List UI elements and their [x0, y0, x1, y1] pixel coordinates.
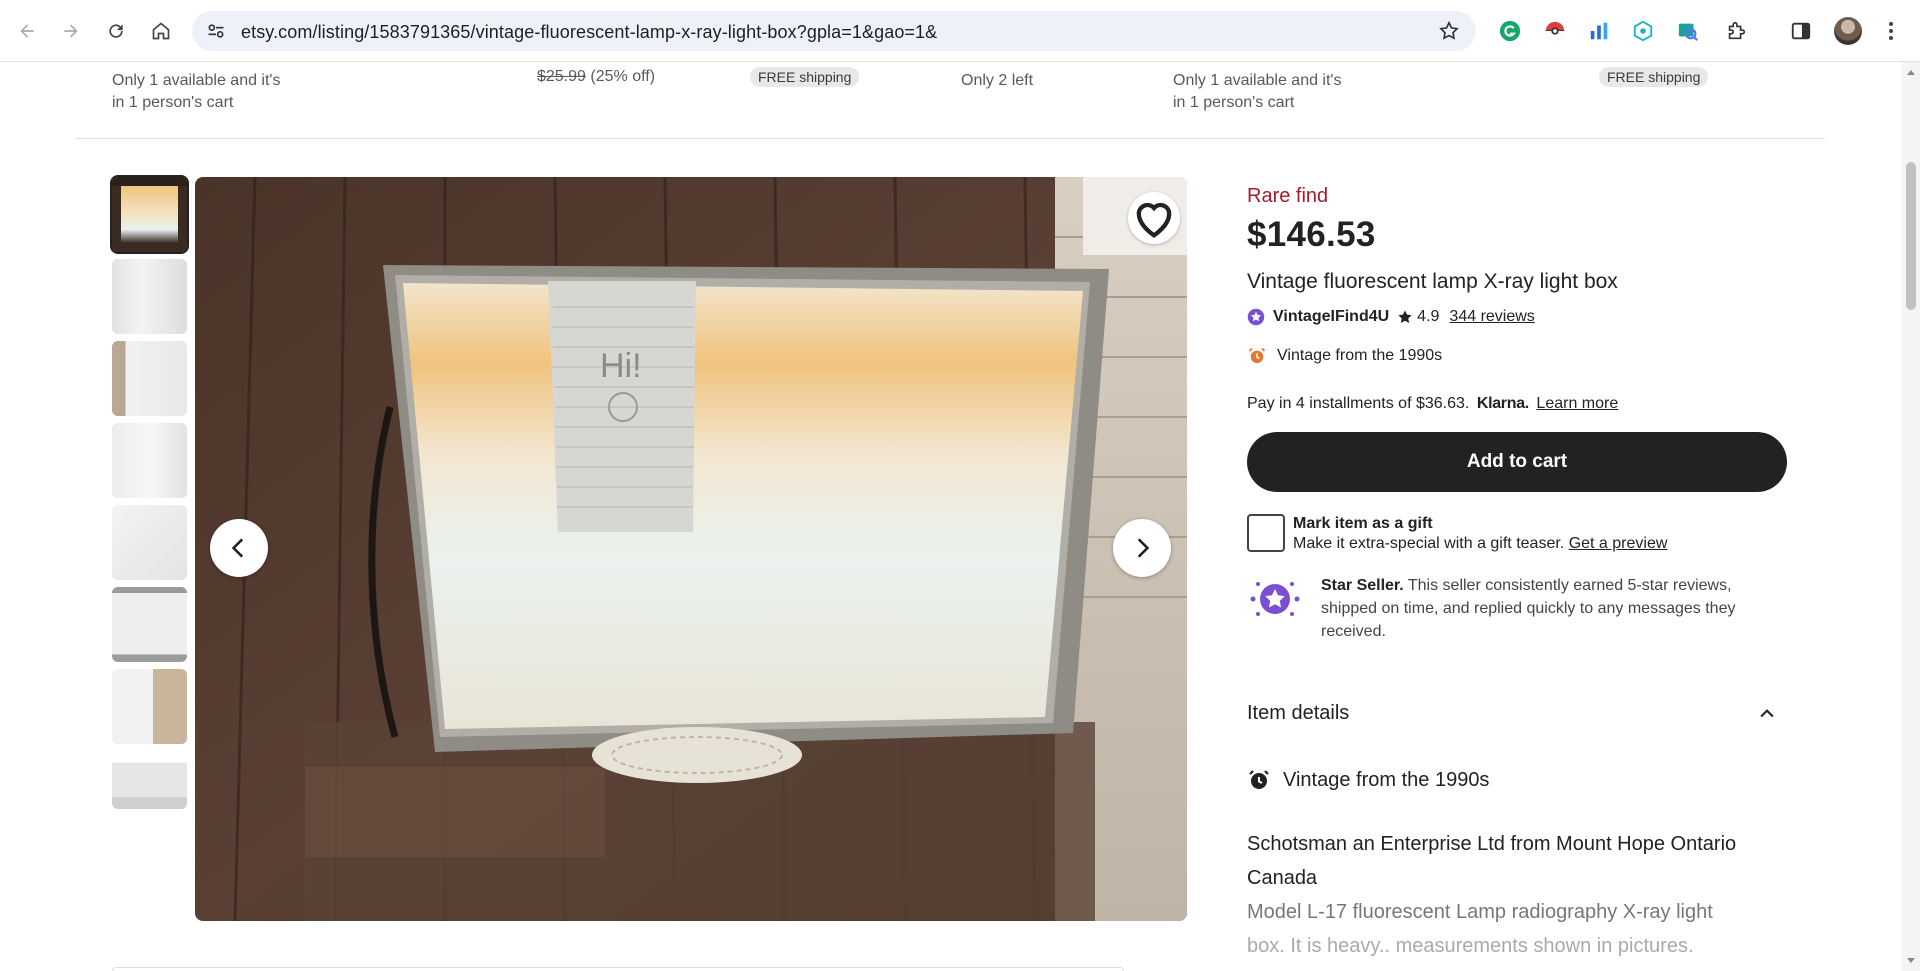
rec-item-3[interactable]: FREE shipping	[750, 67, 860, 89]
listing-title: Vintage fluorescent lamp X-ray light box	[1247, 270, 1618, 293]
extensions-puzzle-icon[interactable]	[1724, 19, 1748, 43]
gift-title: Mark item as a gift	[1293, 515, 1433, 532]
scroll-up-arrow[interactable]	[1907, 70, 1915, 75]
thumbnail-8[interactable]	[112, 751, 187, 809]
rec-availability: Only 1 available and it's	[112, 72, 281, 89]
gift-description: Make it extra-special with a gift teaser…	[1293, 535, 1565, 552]
star-seller-info: Star Seller. This seller consistently ea…	[1247, 574, 1787, 643]
add-to-cart-button[interactable]: Add to cart	[1247, 432, 1787, 492]
page-scrollbar[interactable]	[1902, 62, 1920, 971]
arrow-left-icon	[20, 24, 34, 38]
klarna-logo: Klarna.	[1476, 395, 1529, 412]
svg-text:Hi!: Hi!	[600, 347, 642, 385]
description-line-2: Model L-17 fluorescent Lamp radiography …	[1247, 901, 1713, 923]
star-seller-icon	[1250, 582, 1300, 616]
rec-item-4[interactable]: Only 2 left	[961, 70, 1033, 92]
reviews-link[interactable]: 344 reviews	[1449, 308, 1534, 326]
item-details-heading: Item details	[1247, 702, 1350, 724]
browser-toolbar: etsy.com/listing/1583791365/vintage-fluo…	[0, 0, 1920, 62]
bookmark-star-icon[interactable]	[1438, 20, 1460, 42]
next-image-button[interactable]	[1113, 519, 1171, 577]
url-text: etsy.com/listing/1583791365/vintage-fluo…	[241, 22, 938, 42]
pokeball-extension-icon[interactable]	[1543, 19, 1567, 43]
rec-availability: Only 2 left	[961, 72, 1034, 89]
item-description: Schotsman an Enterprise Ltd from Mount H…	[1247, 827, 1787, 963]
chevron-left-icon	[231, 538, 244, 558]
rating-star-icon	[1398, 310, 1412, 323]
home-button[interactable]	[146, 16, 176, 46]
item-details-toggle[interactable]: Item details	[1247, 702, 1787, 725]
grammarly-extension-icon[interactable]	[1498, 19, 1522, 43]
forward-button[interactable]	[56, 16, 86, 46]
main-product-image[interactable]: Hi!	[195, 177, 1187, 921]
description-line-1: Schotsman an Enterprise Ltd from Mount H…	[1247, 833, 1737, 889]
installments-row: Pay in 4 installments of $36.63. Klarna.…	[1247, 395, 1618, 413]
rec-item-6[interactable]: FREE shipping	[1599, 67, 1709, 89]
light-box-photo: Hi!	[195, 177, 1187, 921]
reload-button[interactable]	[101, 16, 131, 46]
rare-find-label: Rare find	[1247, 185, 1329, 207]
description-line-3: box. It is heavy.. measurements shown in…	[1247, 935, 1694, 957]
chart-extension-icon[interactable]	[1587, 19, 1611, 43]
gift-option: Mark item as a gift Make it extra-specia…	[1247, 514, 1667, 554]
star-seller-badge-icon	[1247, 308, 1265, 326]
free-shipping-badge: FREE shipping	[1599, 67, 1709, 87]
thumbnail-6[interactable]	[112, 587, 187, 662]
address-bar[interactable]: etsy.com/listing/1583791365/vintage-fluo…	[192, 11, 1476, 51]
previous-image-button[interactable]	[210, 519, 268, 577]
detail-vintage-text: Vintage from the 1990s	[1283, 768, 1490, 791]
browser-menu-icon[interactable]	[1888, 19, 1894, 43]
thumbnail-2[interactable]	[112, 259, 187, 334]
alarm-clock-icon	[1249, 770, 1269, 789]
arrow-right-icon	[64, 24, 78, 38]
scrollbar-thumb[interactable]	[1906, 162, 1916, 310]
search-extension-icon[interactable]	[1676, 19, 1700, 43]
reload-icon	[109, 24, 123, 38]
thumbnail-list	[110, 175, 189, 816]
rec-item-5[interactable]: Only 1 available and it's in 1 person's …	[1173, 70, 1341, 114]
recommendations-strip: Only 1 available and it's in 1 person's …	[75, 62, 1825, 139]
star-seller-title: Star Seller.	[1321, 577, 1404, 594]
thumbnail-7[interactable]	[112, 669, 187, 744]
vintage-note: Vintage from the 1990s	[1277, 347, 1443, 364]
detail-vintage-row: Vintage from the 1990s	[1247, 768, 1489, 792]
scroll-down-arrow[interactable]	[1907, 958, 1915, 963]
rec-availability: Only 1 available and it's	[1173, 72, 1342, 89]
chevron-right-icon	[1137, 538, 1150, 558]
gift-preview-link[interactable]: Get a preview	[1569, 535, 1668, 552]
vintage-row: Vintage from the 1990s	[1247, 346, 1442, 366]
site-info-icon[interactable]	[206, 21, 226, 41]
section-divider	[112, 967, 1124, 971]
alarm-clock-icon	[1248, 347, 1266, 364]
price: $146.53	[1247, 215, 1376, 254]
rec-cart-note: in 1 person's cart	[1173, 94, 1295, 111]
favorite-button[interactable]	[1128, 192, 1180, 244]
thumbnail-4[interactable]	[112, 423, 187, 498]
home-icon	[152, 22, 170, 40]
rec-item-1[interactable]: Only 1 available and it's in 1 person's …	[112, 70, 280, 114]
chevron-up-icon	[1760, 708, 1774, 717]
profile-avatar[interactable]	[1834, 17, 1862, 45]
ai-extension-icon[interactable]	[1631, 19, 1655, 43]
installments-text: Pay in 4 installments of $36.63.	[1247, 395, 1470, 412]
seller-row: VintageIFind4U 4.9 344 reviews	[1247, 308, 1535, 326]
free-shipping-badge: FREE shipping	[750, 67, 860, 87]
thumbnail-5[interactable]	[112, 505, 187, 580]
thumbnail-3[interactable]	[112, 341, 187, 416]
rec-cart-note: in 1 person's cart	[112, 94, 234, 111]
seller-name-link[interactable]: VintageIFind4U	[1273, 308, 1389, 326]
gift-checkbox[interactable]	[1247, 514, 1285, 552]
thumbnail-1[interactable]	[110, 175, 189, 254]
learn-more-link[interactable]: Learn more	[1536, 395, 1618, 412]
side-panel-icon[interactable]	[1789, 19, 1813, 43]
rec-original-price: $25.99	[537, 68, 586, 85]
rec-discount: (25% off)	[590, 68, 656, 85]
back-button[interactable]	[12, 16, 42, 46]
rec-item-2[interactable]: $25.99 (25% off)	[537, 66, 655, 88]
rating-value: 4.9	[1417, 308, 1440, 325]
page-content: Only 1 available and it's in 1 person's …	[0, 62, 1902, 971]
